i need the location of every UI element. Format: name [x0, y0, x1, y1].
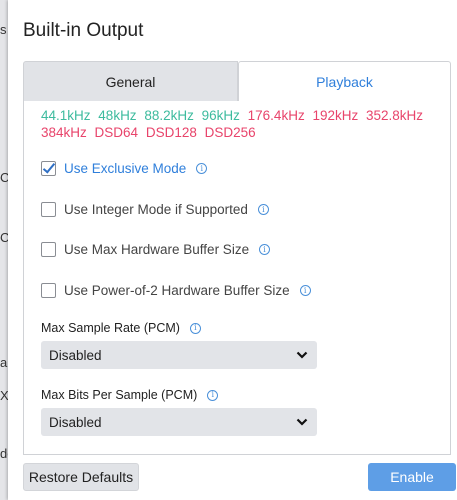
chevron-down-icon — [296, 351, 308, 359]
info-icon[interactable]: i — [257, 204, 269, 215]
option-power-of-2-buffer[interactable]: Use Power-of-2 Hardware Buffer Size i — [41, 283, 311, 298]
tab-general[interactable]: General — [23, 61, 238, 101]
max-buffer-checkbox[interactable] — [41, 242, 56, 257]
background-fragment: s — [0, 22, 7, 37]
background-fragment: a — [0, 355, 8, 370]
info-icon[interactable]: i — [259, 244, 271, 255]
max-sample-rate-label: Max Sample Rate (PCM) i — [41, 321, 201, 335]
option-label: Use Exclusive Mode — [64, 161, 187, 176]
integer-mode-checkbox[interactable] — [41, 202, 56, 217]
tab-playback[interactable]: Playback — [238, 61, 451, 101]
exclusive-mode-checkbox[interactable] — [41, 161, 56, 176]
tab-bar: General Playback — [23, 61, 451, 102]
sample-rate-label: 384kHz — [41, 125, 87, 140]
option-integer-mode[interactable]: Use Integer Mode if Supported i — [41, 202, 269, 217]
supported-sample-rates: 44.1kHz 48kHz 88.2kHz 96kHz 176.4kHz 192… — [41, 107, 446, 141]
info-icon[interactable]: i — [189, 322, 201, 334]
sample-rate-label: DSD64 — [94, 125, 139, 140]
restore-defaults-button[interactable]: Restore Defaults — [23, 463, 139, 491]
sample-rate-label: 44.1kHz — [41, 108, 91, 123]
option-max-buffer[interactable]: Use Max Hardware Buffer Size i — [41, 242, 271, 257]
sample-rate-label: 96kHz — [201, 108, 240, 123]
option-label: Use Integer Mode if Supported — [64, 202, 248, 217]
sample-rate-label: 176.4kHz — [247, 108, 305, 123]
info-icon[interactable]: i — [207, 389, 219, 401]
option-label: Use Max Hardware Buffer Size — [64, 242, 250, 257]
select-value: Disabled — [49, 414, 102, 430]
field-label-text: Max Bits Per Sample (PCM) — [41, 388, 198, 402]
select-value: Disabled — [49, 347, 102, 363]
enable-button[interactable]: Enable — [368, 463, 456, 491]
option-label: Use Power-of-2 Hardware Buffer Size — [64, 283, 290, 298]
dialog-title: Built-in Output — [23, 20, 144, 41]
max-sample-rate-select[interactable]: Disabled — [41, 341, 317, 369]
playback-panel: 44.1kHz 48kHz 88.2kHz 96kHz 176.4kHz 192… — [23, 101, 451, 455]
chevron-down-icon — [296, 418, 308, 426]
info-icon[interactable]: i — [196, 163, 208, 174]
field-label-text: Max Sample Rate (PCM) — [41, 321, 180, 335]
output-settings-dialog: Built-in Output General Playback 44.1kHz… — [8, 0, 457, 500]
max-bits-label: Max Bits Per Sample (PCM) i — [41, 388, 219, 402]
info-icon[interactable]: i — [299, 285, 311, 296]
sample-rate-label: DSD256 — [204, 125, 256, 140]
option-exclusive-mode[interactable]: Use Exclusive Mode i — [41, 161, 208, 176]
sample-rate-label: 48kHz — [98, 108, 137, 123]
sample-rate-label: 88.2kHz — [144, 108, 194, 123]
max-bits-select[interactable]: Disabled — [41, 408, 317, 436]
power-of-2-buffer-checkbox[interactable] — [41, 283, 56, 298]
sample-rate-label: DSD128 — [145, 125, 197, 140]
sample-rate-label: 352.8kHz — [366, 108, 424, 123]
sample-rate-label: 192kHz — [312, 108, 359, 123]
